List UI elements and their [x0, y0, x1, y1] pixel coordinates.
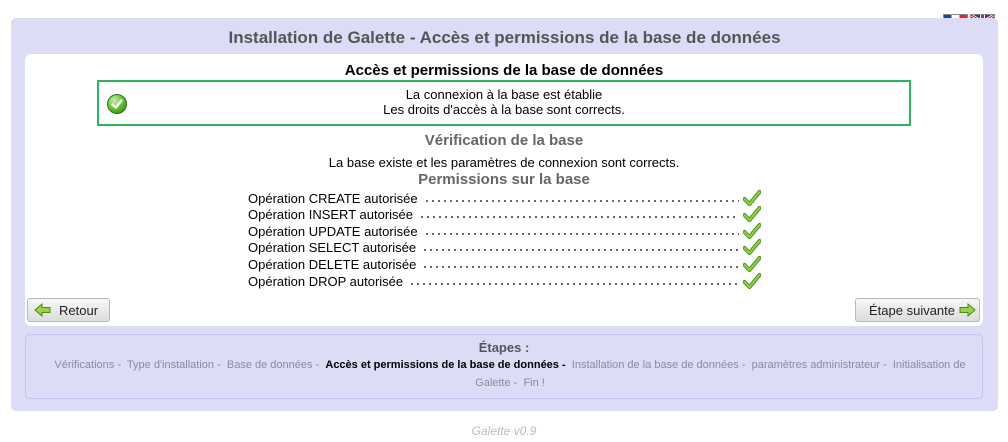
success-line-rights: Les droits d'accès à la base sont correc…	[383, 102, 625, 117]
steps-list: Vérifications - Type d'installation - Ba…	[54, 359, 966, 389]
permission-row: Opération INSERT autorisée	[248, 206, 761, 223]
permissions-heading: Permissions sur la base	[418, 171, 590, 188]
permission-label: Opération UPDATE autorisée	[248, 223, 418, 239]
success-message-box: La connexion à la base est établie Les d…	[97, 80, 911, 126]
permission-row: Opération DELETE autorisée	[248, 255, 761, 272]
arrow-left-icon	[34, 303, 51, 317]
step-item: paramètres administrateur	[751, 359, 880, 371]
dot-leader	[423, 232, 739, 235]
step-item: Type d'installation	[126, 359, 215, 371]
permission-row: Opération SELECT autorisée	[248, 239, 761, 256]
verification-heading: Vérification de la base	[424, 132, 584, 149]
permissions-list: Opération CREATE autorisée Opération INS…	[248, 189, 761, 289]
permission-label: Opération SELECT autorisée	[248, 240, 417, 256]
back-button[interactable]: Retour	[27, 298, 110, 322]
checkmark-icon	[743, 206, 761, 223]
content-panel: Accès et permissions de la base de donné…	[25, 54, 983, 326]
back-button-label: Retour	[59, 302, 99, 318]
step-item: Base de données	[226, 359, 313, 371]
install-container: Installation de Galette - Accès et permi…	[11, 18, 998, 411]
step-item: Vérifications	[54, 359, 115, 371]
steps-title: Étapes :	[478, 340, 530, 355]
dot-leader	[419, 216, 739, 219]
dot-leader	[422, 249, 739, 252]
success-line-connection: La connexion à la base est établie	[405, 87, 603, 102]
checkmark-icon	[743, 272, 761, 289]
checkmark-icon	[743, 255, 761, 272]
permission-label: Opération INSERT autorisée	[248, 207, 413, 223]
step-item: Fin !	[523, 377, 545, 389]
verification-text: La base existe et les paramètres de conn…	[328, 155, 680, 170]
permission-label: Opération DROP autorisée	[248, 273, 404, 289]
panel-title: Accès et permissions de la base de donné…	[344, 62, 664, 79]
footer-version: Galette v0.9	[471, 424, 537, 438]
step-item: Installation de la base de données	[571, 359, 739, 371]
permission-row: Opération DROP autorisée	[248, 272, 761, 289]
arrow-right-icon	[959, 303, 976, 317]
dot-leader	[423, 199, 739, 202]
step-item-current: Accès et permissions de la base de donné…	[325, 359, 559, 371]
page-title: Installation de Galette - Accès et permi…	[228, 28, 781, 47]
checkmark-icon	[743, 189, 761, 206]
next-button-label: Étape suivante	[869, 302, 956, 318]
permission-row: Opération UPDATE autorisée	[248, 222, 761, 239]
steps-box: Étapes : Vérifications - Type d'installa…	[25, 334, 983, 399]
permission-label: Opération CREATE autorisée	[248, 190, 418, 206]
checkmark-icon	[743, 239, 761, 256]
dot-leader	[422, 265, 739, 268]
dot-leader	[409, 282, 739, 285]
permission-row: Opération CREATE autorisée	[248, 189, 761, 206]
next-step-button[interactable]: Étape suivante	[855, 298, 980, 322]
checkmark-icon	[743, 222, 761, 239]
permission-label: Opération DELETE autorisée	[248, 256, 417, 272]
